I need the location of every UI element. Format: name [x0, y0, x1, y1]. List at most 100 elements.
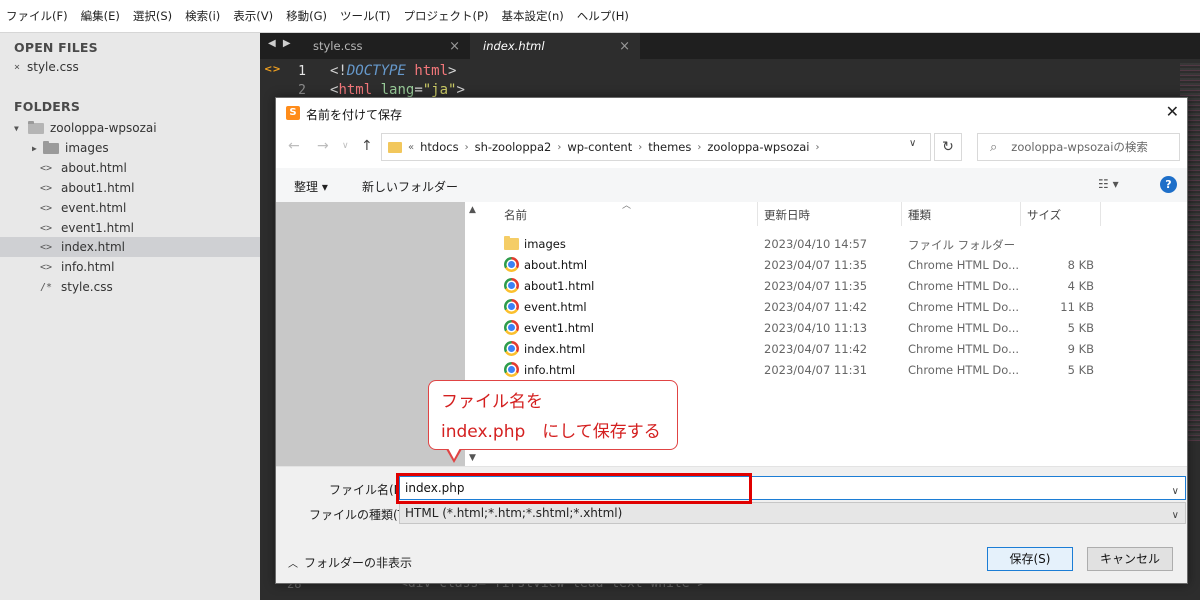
breadcrumb-separator[interactable]: ›	[557, 142, 561, 153]
organize-button[interactable]: 整理 ▾	[294, 178, 328, 195]
file-size: 4 KB	[1067, 279, 1094, 293]
menu-goto[interactable]: 移動(G)	[286, 8, 327, 24]
column-date[interactable]: 更新日時	[764, 207, 810, 223]
menu-tools[interactable]: ツール(T)	[340, 8, 391, 24]
breadcrumb-segment[interactable]: sh-zooloppa2	[475, 140, 552, 154]
hide-folders-toggle[interactable]: ︿ フォルダーの非表示	[288, 554, 412, 571]
file-row[interactable]: event.html 2023/04/07 11:42 Chrome HTML …	[482, 296, 1187, 317]
tab-nav-arrows-icon[interactable]: ◀ ▶	[268, 38, 293, 49]
menu-find[interactable]: 検索(i)	[185, 8, 220, 24]
code-line[interactable]: <html lang="ja">	[330, 82, 465, 98]
file-row[interactable]: index.html 2023/04/07 11:42 Chrome HTML …	[482, 338, 1187, 359]
search-input[interactable]: ⌕ zooloppa-wpsozaiの検索	[977, 133, 1180, 161]
breadcrumb-separator[interactable]: ›	[465, 142, 469, 153]
address-bar[interactable]: « htdocs › sh-zooloppa2 › wp-content › t…	[381, 133, 931, 161]
close-icon[interactable]: ×	[14, 62, 27, 73]
file-name: info.html	[524, 363, 576, 377]
column-divider[interactable]	[757, 202, 758, 226]
close-icon[interactable]: ✕	[1166, 102, 1179, 121]
breadcrumb-segment[interactable]: zooloppa-wpsozai	[707, 140, 809, 154]
expanded-arrow-icon[interactable]: ▼	[14, 124, 28, 133]
code-line[interactable]: <!DOCTYPE html>	[330, 63, 456, 79]
save-as-dialog: S 名前を付けて保存 ✕ ← → ∨ ↑ « htdocs › sh-zoolo…	[275, 97, 1188, 584]
collapsed-arrow-icon[interactable]: ▶	[32, 144, 43, 153]
file-row[interactable]: info.html 2023/04/07 11:31 Chrome HTML D…	[482, 359, 1187, 380]
dialog-toolbar: 整理 ▾ 新しいフォルダー ☷ ▾ ?	[276, 168, 1187, 202]
sidebar-item-label: info.html	[61, 260, 115, 274]
breadcrumb-segment[interactable]: wp-content	[567, 140, 632, 154]
back-arrow-icon[interactable]: ←	[288, 138, 300, 154]
sidebar-item-about[interactable]: <> about.html	[0, 158, 260, 178]
menu-bar: ファイル(F) 編集(E) 選択(S) 検索(i) 表示(V) 移動(G) ツー…	[0, 0, 1200, 33]
tab-label: index.html	[483, 39, 545, 53]
tab-close-icon[interactable]: ×	[619, 39, 630, 54]
breadcrumb-segment[interactable]: themes	[648, 140, 691, 154]
column-size[interactable]: サイズ	[1027, 207, 1061, 223]
menu-preferences[interactable]: 基本設定(n)	[501, 8, 563, 24]
save-button[interactable]: 保存(S)	[987, 547, 1073, 571]
tag-marker-icon: <>	[264, 64, 281, 75]
folder-root[interactable]: ▼ zooloppa-wpsozai	[0, 118, 260, 138]
column-divider[interactable]	[1020, 202, 1021, 226]
new-folder-button[interactable]: 新しいフォルダー	[362, 178, 458, 195]
tab-close-icon[interactable]: ×	[449, 39, 460, 54]
file-row[interactable]: about.html 2023/04/07 11:35 Chrome HTML …	[482, 254, 1187, 275]
file-row[interactable]: event1.html 2023/04/10 11:13 Chrome HTML…	[482, 317, 1187, 338]
column-type[interactable]: 種類	[908, 207, 931, 223]
sidebar-item-about1[interactable]: <> about1.html	[0, 178, 260, 198]
column-divider[interactable]	[1100, 202, 1101, 226]
menu-project[interactable]: プロジェクト(P)	[404, 8, 489, 24]
menu-view[interactable]: 表示(V)	[233, 8, 273, 24]
menu-selection[interactable]: 選択(S)	[133, 8, 172, 24]
file-row[interactable]: about1.html 2023/04/07 11:35 Chrome HTML…	[482, 275, 1187, 296]
file-name: event1.html	[524, 321, 594, 335]
breadcrumb-separator[interactable]: ›	[638, 142, 642, 153]
file-date: 2023/04/07 11:31	[764, 363, 868, 377]
file-size: 5 KB	[1067, 363, 1094, 377]
help-icon[interactable]: ?	[1160, 176, 1177, 193]
refresh-icon[interactable]: ↻	[934, 133, 962, 161]
file-row[interactable]: images 2023/04/10 14:57 ファイル フォルダー	[482, 233, 1187, 254]
menu-file[interactable]: ファイル(F)	[6, 8, 68, 24]
filetype-select[interactable]: HTML (*.html;*.htm;*.shtml;*.xhtml) ∨	[399, 502, 1186, 524]
up-arrow-icon[interactable]: ↑	[361, 138, 373, 154]
sidebar-item-images[interactable]: ▶ images	[0, 138, 260, 158]
folder-icon	[504, 236, 519, 250]
file-list-header: ︿ 名前 更新日時 種類 サイズ	[482, 201, 1187, 226]
sidebar-item-style[interactable]: /* style.css	[0, 277, 260, 297]
open-file-item[interactable]: × style.css	[0, 57, 260, 77]
recent-dropdown-icon[interactable]: ∨	[342, 141, 349, 151]
address-row: ← → ∨ ↑ « htdocs › sh-zooloppa2 › wp-con…	[276, 130, 1187, 164]
breadcrumb-separator[interactable]: ›	[697, 142, 701, 153]
file-size: 5 KB	[1067, 321, 1094, 335]
file-name: images	[524, 237, 566, 251]
sidebar-item-event1[interactable]: <> event1.html	[0, 218, 260, 238]
sidebar-item-label: images	[65, 141, 109, 155]
open-file-name: style.css	[27, 60, 79, 74]
sidebar-item-event[interactable]: <> event.html	[0, 198, 260, 218]
sidebar-item-index[interactable]: <> index.html	[0, 237, 260, 257]
chevron-down-icon[interactable]: ∨	[1172, 506, 1179, 526]
cancel-button[interactable]: キャンセル	[1087, 547, 1173, 571]
tab-style-css[interactable]: style.css ×	[300, 33, 470, 59]
file-name: about.html	[524, 258, 588, 272]
column-name[interactable]: 名前	[504, 207, 527, 223]
dialog-title: 名前を付けて保存	[306, 108, 403, 122]
breadcrumb-separator[interactable]: ›	[816, 142, 820, 153]
overflow-chevron[interactable]: «	[408, 142, 414, 153]
menu-help[interactable]: ヘルプ(H)	[577, 8, 629, 24]
column-divider[interactable]	[901, 202, 902, 226]
menu-edit[interactable]: 編集(E)	[81, 8, 120, 24]
scroll-up-icon[interactable]: ▲	[469, 205, 476, 215]
chevron-down-icon[interactable]: ∨	[1172, 481, 1179, 503]
breadcrumb-segment[interactable]: htdocs	[420, 140, 458, 154]
file-name: about1.html	[524, 279, 595, 293]
forward-arrow-icon[interactable]: →	[317, 138, 329, 154]
folder-root-label: zooloppa-wpsozai	[50, 121, 157, 135]
sidebar-item-info[interactable]: <> info.html	[0, 257, 260, 277]
view-options-icon[interactable]: ☷ ▾	[1098, 177, 1119, 191]
scroll-down-icon[interactable]: ▼	[469, 453, 476, 463]
file-name: index.html	[524, 342, 586, 356]
chevron-down-icon[interactable]: ∨	[909, 138, 916, 149]
tab-index-html[interactable]: index.html ×	[470, 33, 640, 59]
